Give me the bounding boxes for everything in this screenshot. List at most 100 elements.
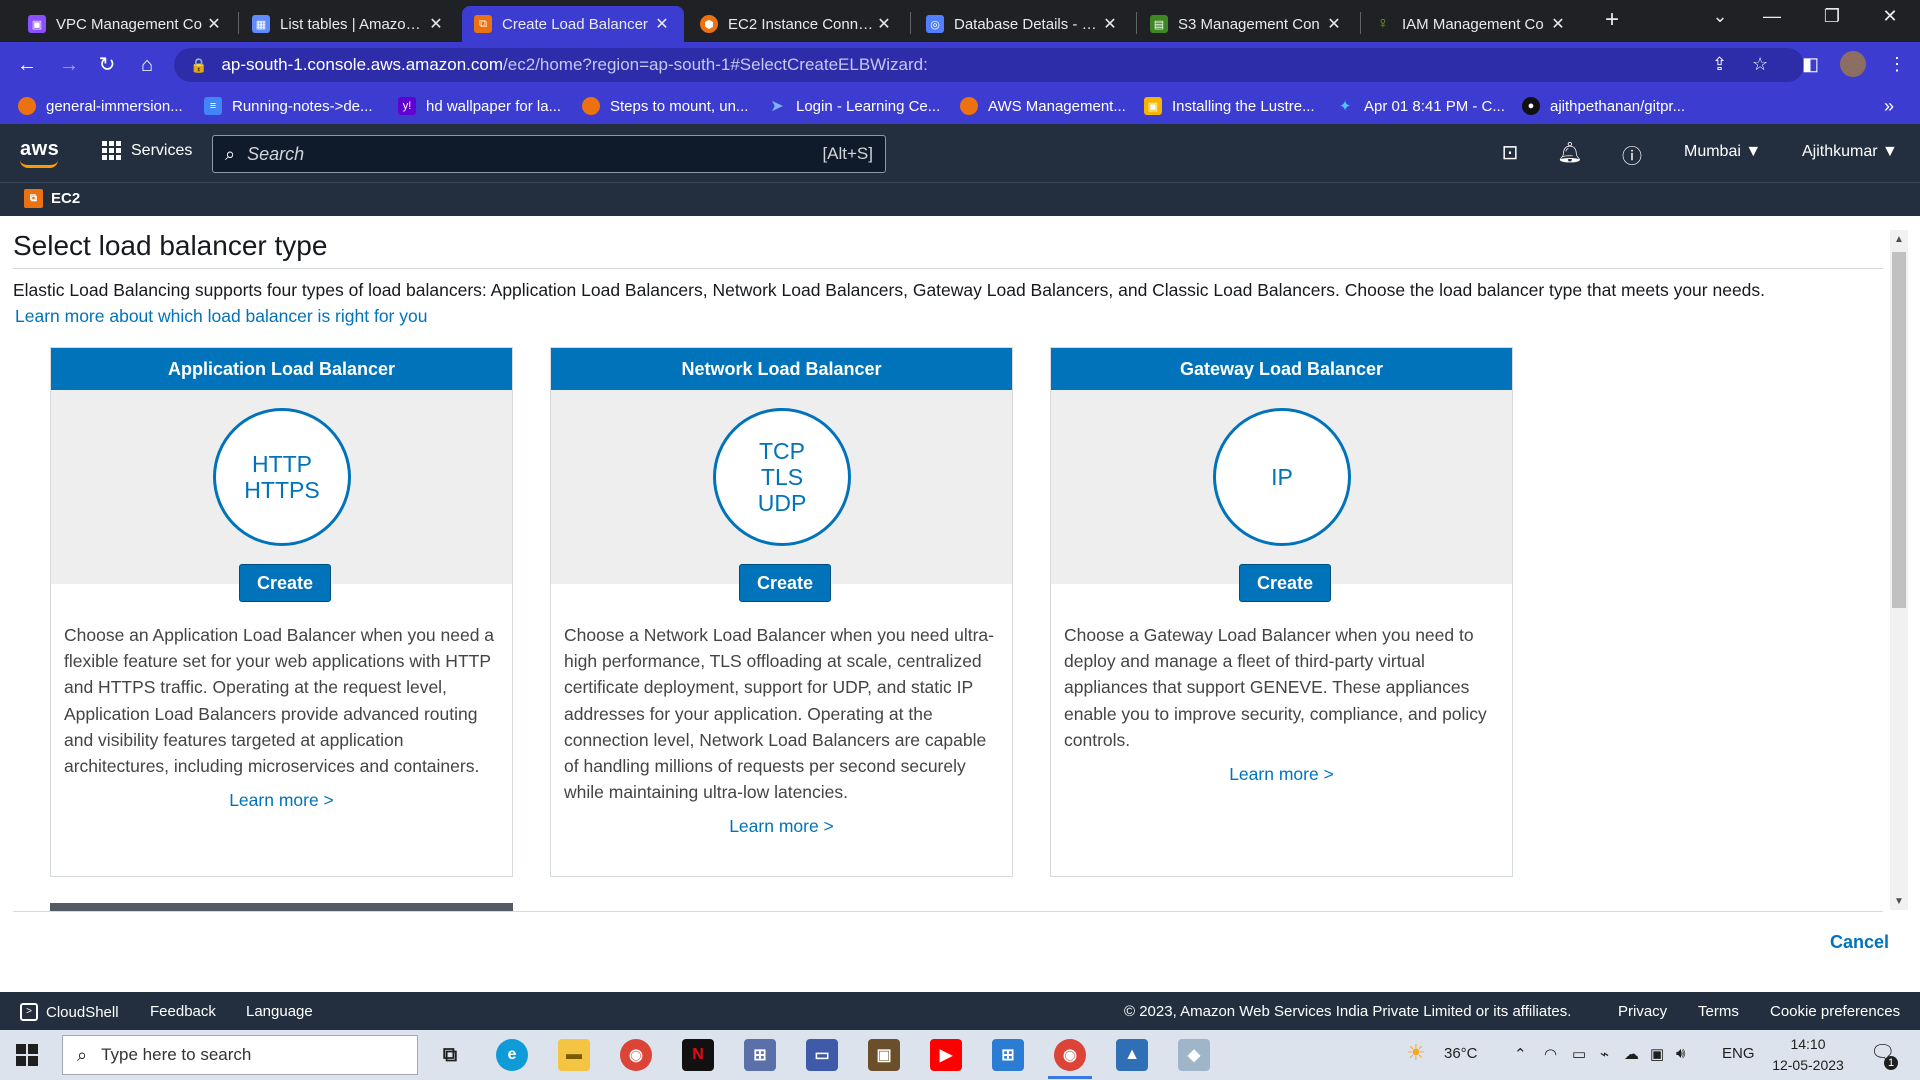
close-tab-icon[interactable]: ✕ — [1324, 14, 1344, 34]
cancel-link[interactable]: Cancel — [1830, 932, 1889, 953]
ec2-service-link[interactable]: ⧉ EC2 — [24, 189, 80, 208]
virtualbox-icon[interactable]: ◆ — [1178, 1039, 1210, 1071]
screen-icon[interactable]: ▣ — [1650, 1045, 1664, 1063]
tab-iam-management[interactable]: ♀ IAM Management Co ✕ — [1362, 6, 1580, 42]
close-tab-icon[interactable]: ✕ — [874, 14, 894, 34]
taskbar-search-input[interactable] — [101, 1045, 382, 1065]
region-selector[interactable]: Mumbai ▼ — [1684, 143, 1761, 161]
tab-ec2-instance-connect[interactable]: ⬢ EC2 Instance Connect ✕ — [688, 6, 906, 42]
tab-s3-management[interactable]: ▤ S3 Management Con ✕ — [1138, 6, 1356, 42]
create-nlb-button[interactable]: Create — [739, 564, 831, 602]
browser-menu-icon[interactable]: ⋮ — [1888, 54, 1906, 75]
dynamodb-favicon-icon: ▦ — [252, 15, 270, 33]
s3-favicon-icon: ▤ — [1150, 15, 1168, 33]
edge-browser-icon[interactable]: e — [496, 1039, 528, 1071]
learn-more-link[interactable]: Learn more > — [551, 816, 1012, 837]
netflix-icon[interactable]: N — [682, 1039, 714, 1071]
chrome-active-icon[interactable]: ◉ — [1054, 1039, 1086, 1071]
side-panel-icon[interactable]: ◧ — [1802, 54, 1819, 75]
cloud-sync-icon[interactable]: ☁ — [1624, 1045, 1639, 1063]
bookmark-item[interactable]: ● ajithpethanan/gitpr... — [1522, 94, 1685, 118]
learn-more-link[interactable]: Learn more > — [51, 790, 512, 811]
tab-search-chevron-icon[interactable]: ⌄ — [1700, 6, 1740, 27]
close-tab-icon[interactable]: ✕ — [1100, 14, 1120, 34]
reload-icon[interactable]: ↻ — [92, 50, 122, 80]
bookmark-item[interactable]: ✦ Apr 01 8:41 PM - C... — [1336, 94, 1505, 118]
bookmark-item[interactable]: general-immersion... — [18, 94, 183, 118]
close-window-icon[interactable]: ✕ — [1870, 6, 1910, 27]
services-menu-button[interactable]: Services — [102, 141, 192, 160]
scroll-up-icon[interactable]: ▲ — [1890, 234, 1908, 245]
system-clock[interactable]: 14:10 12-05-2023 — [1768, 1034, 1848, 1076]
close-tab-icon[interactable]: ✕ — [652, 14, 672, 34]
home-icon[interactable]: ⌂ — [132, 50, 162, 80]
language-link[interactable]: Language — [246, 1003, 313, 1020]
aws-search-input[interactable] — [247, 143, 823, 165]
bookmark-item[interactable]: y! hd wallpaper for la... — [398, 94, 561, 118]
create-gwlb-button[interactable]: Create — [1239, 564, 1331, 602]
help-icon[interactable]: ⓘ — [1618, 140, 1646, 169]
cookie-preferences-link[interactable]: Cookie preferences — [1770, 1003, 1900, 1020]
vertical-scrollbar[interactable]: ▲ ▼ — [1890, 230, 1908, 910]
weather-sun-icon[interactable]: ☀ — [1406, 1040, 1426, 1066]
usb-icon[interactable]: ⌁ — [1600, 1045, 1609, 1063]
network-app-icon[interactable]: ⊞ — [744, 1039, 776, 1071]
forward-arrow-icon[interactable]: → — [54, 50, 84, 80]
intro-text: Elastic Load Balancing supports four typ… — [13, 280, 1766, 300]
task-view-icon[interactable]: ⧉ — [434, 1039, 466, 1071]
taskbar-search-box[interactable]: ⌕ — [62, 1035, 418, 1075]
bookmark-item[interactable]: Steps to mount, un... — [582, 94, 748, 118]
tab-dynamodb-list-tables[interactable]: ▦ List tables | Amazon D ✕ — [240, 6, 458, 42]
volume-icon[interactable]: 🔊︎ — [1676, 1045, 1685, 1062]
learn-more-which-lb-link[interactable]: Learn more about which load balancer is … — [15, 306, 427, 327]
new-tab-button[interactable]: + — [1592, 6, 1632, 34]
tab-rds-database-details[interactable]: ◎ Database Details - RD ✕ — [914, 6, 1132, 42]
cloudshell-icon[interactable]: ⊡ — [1496, 140, 1524, 165]
file-explorer-icon[interactable]: ▬ — [558, 1039, 590, 1071]
privacy-link[interactable]: Privacy — [1618, 1003, 1667, 1020]
weather-temperature[interactable]: 36°C — [1444, 1045, 1478, 1062]
chrome-icon[interactable]: ◉ — [620, 1039, 652, 1071]
cloudshell-icon: > — [20, 1003, 38, 1021]
scrollbar-thumb[interactable] — [1892, 252, 1906, 608]
wifi-icon[interactable]: ◠ — [1544, 1045, 1557, 1063]
feedback-link[interactable]: Feedback — [150, 1003, 216, 1020]
bookmark-star-icon[interactable]: ☆ — [1752, 54, 1768, 75]
battery-icon[interactable]: ▭ — [1572, 1045, 1586, 1063]
address-bar[interactable]: 🔒 ap-south-1.console.aws.amazon.com/ec2/… — [174, 48, 1804, 82]
restore-window-icon[interactable]: ❐ — [1812, 6, 1852, 27]
bookmark-item[interactable]: ≡ Running-notes->de... — [204, 94, 373, 118]
aws-search-box[interactable]: ⌕ [Alt+S] — [212, 135, 886, 173]
divider — [13, 268, 1883, 269]
cloudshell-button[interactable]: > CloudShell — [20, 1003, 119, 1021]
bookmark-item[interactable]: AWS Management... — [960, 94, 1126, 118]
learn-more-link[interactable]: Learn more > — [1051, 764, 1512, 785]
chevron-logo-icon: ➤ — [770, 98, 784, 115]
installer-app-icon[interactable]: ▣ — [868, 1039, 900, 1071]
back-arrow-icon[interactable]: ← — [12, 50, 42, 80]
profile-avatar[interactable] — [1840, 51, 1866, 77]
windows-start-icon[interactable] — [16, 1044, 38, 1066]
remote-desktop-icon[interactable]: ▭ — [806, 1039, 838, 1071]
aws-logo[interactable]: aws — [20, 138, 59, 168]
close-tab-icon[interactable]: ✕ — [204, 14, 224, 34]
youtube-icon[interactable]: ▶ — [930, 1039, 962, 1071]
bookmark-item[interactable]: ➤ Login - Learning Ce... — [768, 94, 940, 118]
tab-create-load-balancer[interactable]: ⧉ Create Load Balancer ✕ — [462, 6, 684, 42]
tray-overflow-chevron-icon[interactable]: ⌃ — [1514, 1045, 1527, 1063]
create-alb-button[interactable]: Create — [239, 564, 331, 602]
tab-vpc-management[interactable]: ▣ VPC Management Co ✕ — [16, 6, 236, 42]
bookmark-item[interactable]: ▣ Installing the Lustre... — [1144, 94, 1315, 118]
microsoft-store-icon[interactable]: ⊞ — [992, 1039, 1024, 1071]
notifications-bell-icon[interactable]: 🔔︎ — [1556, 140, 1584, 165]
bookmarks-overflow-button[interactable]: » — [1884, 94, 1894, 118]
scroll-down-icon[interactable]: ▼ — [1890, 896, 1908, 907]
account-menu[interactable]: Ajithkumar ▼ — [1802, 143, 1898, 161]
close-tab-icon[interactable]: ✕ — [1548, 14, 1568, 34]
close-tab-icon[interactable]: ✕ — [426, 14, 446, 34]
minimize-window-icon[interactable]: — — [1752, 6, 1792, 27]
share-icon[interactable]: ⇪ — [1712, 54, 1727, 75]
terms-link[interactable]: Terms — [1698, 1003, 1739, 1020]
input-language[interactable]: ENG — [1722, 1045, 1755, 1062]
photos-icon[interactable]: ▲ — [1116, 1039, 1148, 1071]
